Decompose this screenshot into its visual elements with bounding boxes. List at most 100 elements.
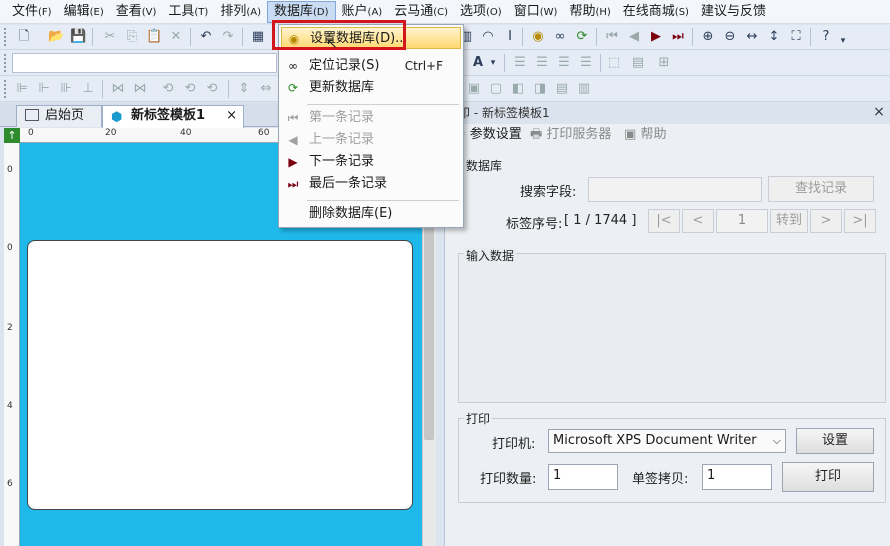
printer-label: 打印机: [492,437,536,452]
ruler-origin-icon[interactable]: ↑ [4,128,20,143]
menu-help[interactable]: 帮助(H) [563,1,616,23]
menu-file[interactable]: 文件(F) [6,1,58,23]
copy-icon[interactable]: ⎘ [124,29,140,45]
zoom-in-icon[interactable]: ⊕ [700,29,716,45]
font-color-icon[interactable]: A [470,55,486,71]
menu-update-database[interactable]: ⟳ 更新数据库 [281,77,461,99]
refresh-icon[interactable]: ⟳ [574,29,590,45]
new-file-icon[interactable]: 🗋 [16,29,32,45]
object-properties-icon[interactable]: ▥ [576,81,592,97]
ungroup-icon[interactable]: ▢ [488,81,504,97]
fit-width-icon[interactable]: ↔ [744,29,760,45]
database-group-title: 数据库 [466,159,503,173]
menu-edit[interactable]: 编辑(E) [58,1,110,23]
last-record-button[interactable]: >| [844,209,876,233]
first-record-button[interactable]: |< [648,209,680,233]
previous-record-button[interactable]: < [682,209,714,233]
menu-delete-database[interactable]: 删除数据库(E) [281,203,461,225]
menu-first-record[interactable]: ⏮ 第一条记录 [281,107,461,129]
tab-home[interactable]: 启始页 [16,105,102,127]
text-direction-icon[interactable]: ⊞ [656,55,672,71]
toolbar-grip[interactable] [4,28,8,46]
align-center-icon[interactable]: ☰ [534,55,550,71]
rotate-270-icon[interactable]: ⟲ [204,81,220,97]
print-quantity-input[interactable]: 1 [548,464,618,490]
distribute-vertical-icon[interactable]: ⋈ [132,81,148,97]
search-field-input[interactable] [588,177,762,202]
send-back-icon[interactable]: ◨ [532,81,548,97]
align-objects-center-icon[interactable]: ⊩ [36,81,52,97]
paste-icon[interactable]: 📋 [146,29,162,45]
previous-record-icon[interactable]: ◀ [626,29,642,45]
printer-settings-button[interactable]: 设置 [796,428,874,454]
database-icon[interactable]: ◉ [530,29,546,45]
distribute-horizontal-icon[interactable]: ⋈ [110,81,126,97]
open-folder-icon[interactable]: 📂 [48,29,64,45]
text-box-icon[interactable]: ⬚ [606,55,622,71]
input-data-group [458,253,886,403]
next-record-icon[interactable]: ▶ [648,29,664,45]
help-icon[interactable]: ? [818,29,834,45]
undo-icon[interactable]: ↶ [198,29,214,45]
menu-online-store[interactable]: 在线商城(S) [617,1,695,23]
menu-feedback[interactable]: 建议与反馈 [695,1,772,23]
print-button[interactable]: 打印 [782,462,874,492]
save-icon[interactable]: 💾 [70,29,86,45]
rotate-90-icon[interactable]: ⟲ [160,81,176,97]
align-objects-left-icon[interactable]: ⊫ [14,81,30,97]
same-height-icon[interactable]: ⇕ [236,81,252,97]
delete-icon[interactable]: ✕ [168,29,184,45]
record-number-input[interactable]: 1 [716,209,768,233]
database-dropdown-menu: ◉ 设置数据库(D)... ∞ 定位记录(S) Ctrl+F ⟳ 更新数据库 ⏮… [278,24,464,228]
group-icon[interactable]: ▣ [466,81,482,97]
print-server-button[interactable]: 🖶 打印服务器 [530,124,611,146]
binoculars-icon[interactable]: ∞ [552,29,568,45]
align-right-icon[interactable]: ☰ [556,55,572,71]
zoom-out-icon[interactable]: ⊖ [722,29,738,45]
menu-view[interactable]: 查看(V) [110,1,163,23]
cut-icon[interactable]: ✂ [102,29,118,45]
menu-next-record[interactable]: ▶ 下一条记录 [281,151,461,173]
menu-window[interactable]: 窗口(W) [508,1,564,23]
menu-options[interactable]: 选项(O) [454,1,508,23]
panel-help-button[interactable]: ▣ 帮助 [624,124,666,146]
label-template-paper[interactable] [27,240,413,510]
params-settings-button[interactable]: ⚙ 参数设置 [454,124,522,146]
table-icon[interactable]: ▦ [250,29,266,45]
find-record-button[interactable]: 查找记录 [768,176,874,202]
fit-height-icon[interactable]: ↕ [766,29,782,45]
next-record-button[interactable]: > [810,209,842,233]
text-cursor-icon[interactable]: I [502,29,518,45]
rfid-icon[interactable]: ◠ [480,29,496,45]
bring-front-icon[interactable]: ◧ [510,81,526,97]
text-wrap-icon[interactable]: ▤ [630,55,646,71]
goto-button[interactable]: 转到 [770,209,808,233]
toolbar-overflow-icon[interactable]: ▾ [838,33,848,49]
menu-locate-record[interactable]: ∞ 定位记录(S) Ctrl+F [281,55,461,77]
toolbar-grip[interactable] [4,54,8,72]
redo-icon[interactable]: ↷ [220,29,236,45]
printer-icon: 🖶 [530,127,543,142]
rotate-180-icon[interactable]: ⟲ [182,81,198,97]
tab-template[interactable]: ⬢ 新标签模板1 × [102,105,244,128]
printer-select[interactable]: Microsoft XPS Document Writer ⌵ [548,429,786,453]
justify-icon[interactable]: ☰ [578,55,594,71]
last-record-icon[interactable]: ⏭ [670,29,686,45]
align-objects-bottom-icon[interactable]: ⊥ [80,81,96,97]
dropdown-arrow-icon[interactable]: ▾ [488,55,498,71]
align-objects-right-icon[interactable]: ⊪ [58,81,74,97]
close-panel-icon[interactable]: × [872,104,886,120]
font-name-combo[interactable] [12,53,277,73]
same-width-icon[interactable]: ⇔ [258,81,274,97]
lock-object-icon[interactable]: ▤ [554,81,570,97]
toolbar-grip[interactable] [4,80,8,98]
menu-tools[interactable]: 工具(T) [162,1,214,23]
first-record-icon[interactable]: ⏮ [604,29,620,45]
menu-last-record[interactable]: ⏭ 最后一条记录 [281,173,461,195]
fit-page-icon[interactable]: ⛶ [788,29,804,45]
align-left-icon[interactable]: ☰ [512,55,528,71]
close-tab-icon[interactable]: × [226,106,237,126]
menu-previous-record[interactable]: ◀ 上一条记录 [281,129,461,151]
menu-arrange[interactable]: 排列(A) [214,1,267,23]
copies-input[interactable]: 1 [702,464,772,490]
